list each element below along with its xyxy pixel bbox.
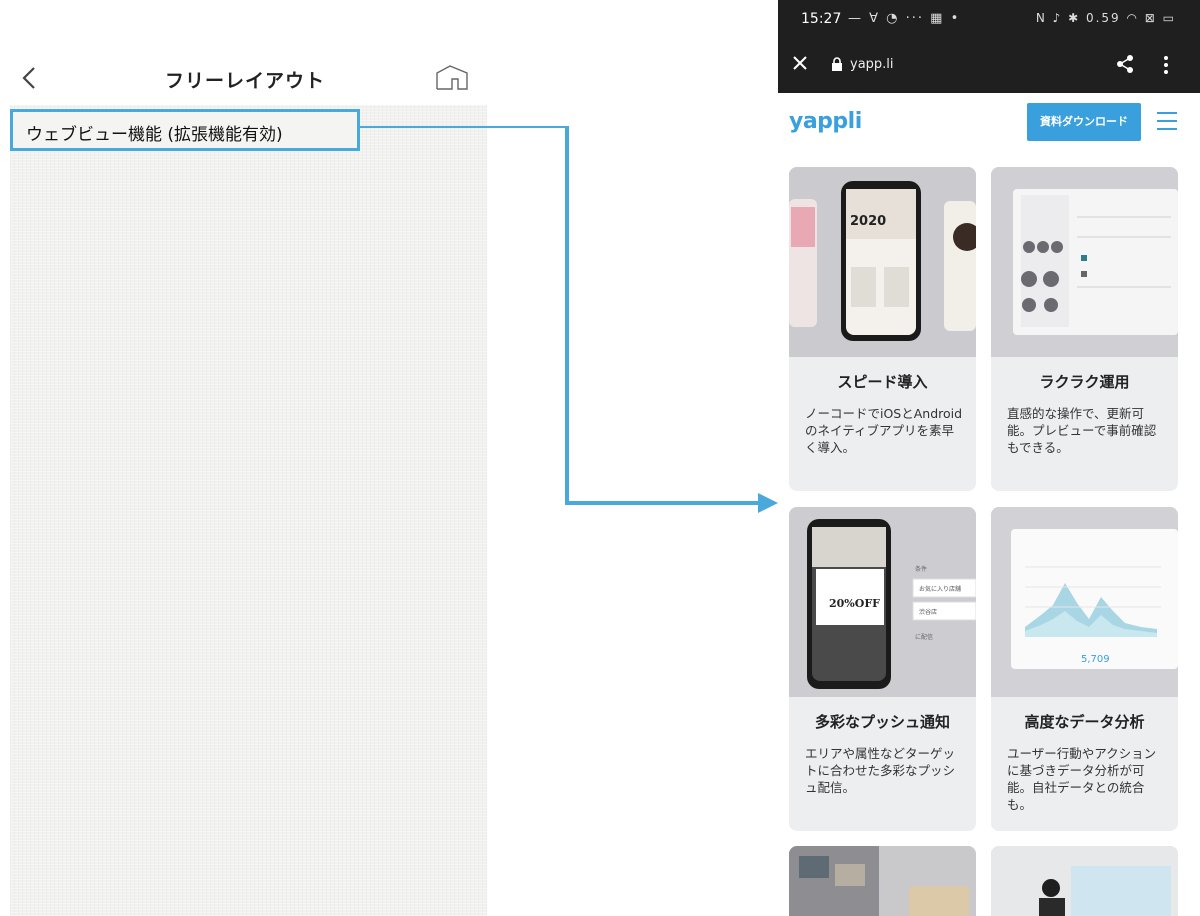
webview-feature-box[interactable]: ウェブビュー機能 (拡張機能有効) — [10, 109, 360, 151]
card-description: エリアや属性などターゲットに合わせた多彩なプッシュ配信。 — [805, 746, 956, 795]
card-image-analytics: 5,709 — [991, 507, 1178, 697]
card-image-tag: お気に入り店舗 — [919, 585, 961, 593]
url-text[interactable]: yapp.li — [850, 57, 894, 72]
card-image-tag: 渋谷店 — [919, 608, 937, 616]
hamburger-menu-icon[interactable] — [1156, 110, 1178, 132]
more-vert-icon[interactable] — [1163, 55, 1169, 75]
status-time: 15:27 — [801, 11, 842, 27]
card-image-tag: 条件 — [915, 565, 927, 573]
card-title: 高度なデータ分析 — [1024, 713, 1145, 731]
lock-icon — [832, 57, 842, 71]
card-image-collage — [789, 846, 976, 916]
share-icon[interactable] — [1116, 54, 1134, 74]
card-title: ラクラク運用 — [1039, 373, 1130, 391]
feature-card-partial[interactable] — [789, 846, 976, 916]
card-title: スピード導入 — [837, 373, 928, 391]
browser-toolbar: yapp.li — [778, 40, 1200, 93]
feature-card-partial[interactable] — [991, 846, 1178, 916]
card-image-presenter — [991, 846, 1178, 916]
webview-feature-label: ウェブビュー機能 (拡張機能有効) — [26, 125, 283, 145]
card-description: ノーコードでiOSとAndroidのネイティブアプリを素早く導入。 — [805, 406, 963, 455]
card-image-dashboard — [991, 167, 1178, 357]
feature-card[interactable]: 5,709 高度なデータ分析 ユーザー行動やアクションに基づきデータ分析が可能。… — [991, 507, 1178, 831]
card-image-tag: に配信 — [915, 633, 933, 641]
feature-card[interactable]: ラクラク運用 直感的な操作で、更新可能。プレビューで事前確認もできる。 — [991, 167, 1178, 491]
connector-arrow — [360, 126, 778, 513]
phone-screen: 15:27 — ∀ ◔ ··· ▦ • N ♪ ✱ 0.59 ◠ ⊠ ▭ yap… — [778, 0, 1200, 916]
status-bar: 15:27 — ∀ ◔ ··· ▦ • N ♪ ✱ 0.59 ◠ ⊠ ▭ — [778, 0, 1200, 40]
card-image-text: 2020 — [850, 214, 886, 229]
status-system-icons: N ♪ ✱ 0.59 ◠ ⊠ ▭ — [1035, 11, 1176, 25]
home-icon[interactable] — [434, 63, 470, 91]
card-title: 多彩なプッシュ通知 — [814, 713, 950, 731]
card-image-phones: 2020 — [789, 167, 976, 357]
card-description: 直感的な操作で、更新可能。プレビューで事前確認もできる。 — [1007, 406, 1157, 455]
close-icon[interactable] — [792, 55, 808, 71]
card-image-text: 20%OFF — [829, 597, 880, 610]
card-image-push: 20%OFF 条件 お気に入り店舗 渋谷店 に配信 — [789, 507, 976, 697]
card-image-text: 5,709 — [1081, 654, 1110, 665]
yappli-logo[interactable]: yappli — [789, 109, 862, 134]
download-button[interactable]: 資料ダウンロード — [1027, 103, 1141, 141]
site-header: yappli 資料ダウンロード — [778, 93, 1200, 153]
feature-card[interactable]: 2020 スピード導入 ノーコードでiOSとAndroidのネイティブアプリを素… — [789, 167, 976, 491]
card-description: ユーザー行動やアクションに基づきデータ分析が可能。自社データとの統合も。 — [1007, 746, 1157, 812]
left-header: フリーレイアウト — [0, 45, 490, 105]
page-title: フリーレイアウト — [164, 70, 325, 92]
feature-card[interactable]: 20%OFF 条件 お気に入り店舗 渋谷店 に配信 多彩なプッシュ通知 エリアや… — [789, 507, 976, 831]
status-notification-icons: — ∀ ◔ ··· ▦ • — [848, 11, 961, 26]
